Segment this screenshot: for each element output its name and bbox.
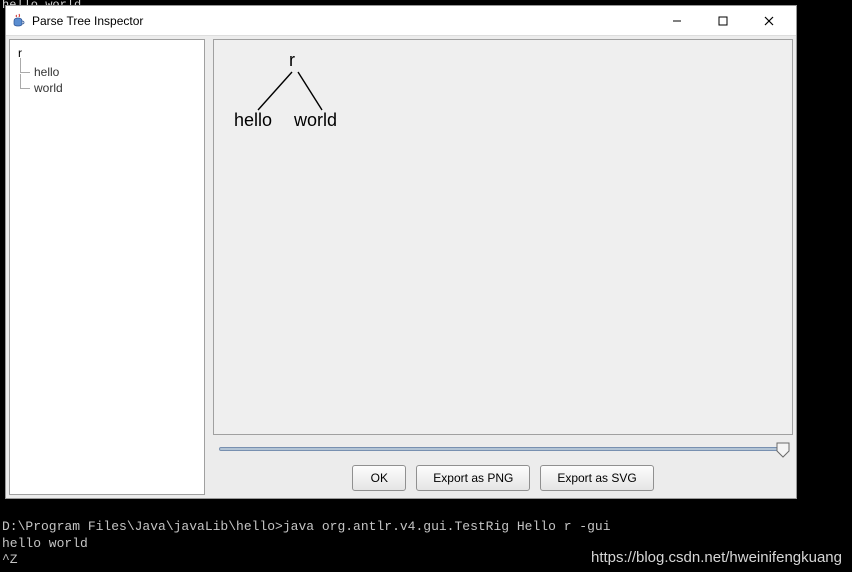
maximize-icon: [718, 16, 728, 26]
zoom-slider[interactable]: [219, 447, 787, 451]
slider-thumb-icon[interactable]: [776, 442, 790, 458]
export-png-button[interactable]: Export as PNG: [416, 465, 530, 491]
parse-tree-canvas[interactable]: r hello world: [213, 39, 793, 435]
content-area: r hello world r hello world: [6, 36, 796, 498]
export-svg-button[interactable]: Export as SVG: [540, 465, 653, 491]
terminal-line: hello world: [2, 536, 88, 551]
zoom-slider-row: [213, 439, 793, 459]
tree-root-node[interactable]: r: [14, 44, 200, 62]
minimize-icon: [672, 16, 682, 26]
window-title: Parse Tree Inspector: [32, 14, 654, 28]
minimize-button[interactable]: [654, 7, 700, 35]
titlebar[interactable]: Parse Tree Inspector: [6, 6, 796, 36]
window-controls: [654, 7, 792, 35]
ok-button[interactable]: OK: [352, 465, 406, 491]
diagram-child-node: world: [294, 110, 337, 131]
tree-children: hello world: [14, 64, 200, 96]
terminal-line: D:\Program Files\Java\javaLib\hello>java…: [2, 519, 611, 534]
java-cup-icon: [10, 13, 26, 29]
visualization-panel: r hello world OK Export as PNG Expor: [213, 39, 793, 495]
parse-tree-inspector-window: Parse Tree Inspector r hello world: [5, 5, 797, 499]
tree-child-node[interactable]: hello: [34, 64, 200, 80]
close-icon: [764, 16, 774, 26]
diagram-child-node: hello: [234, 110, 272, 131]
watermark: https://blog.csdn.net/hweinifengkuang: [591, 549, 842, 566]
maximize-button[interactable]: [700, 7, 746, 35]
terminal-line: ^Z: [2, 552, 18, 567]
tree-child-node[interactable]: world: [34, 80, 200, 96]
diagram-root-node: r: [289, 50, 295, 71]
button-row: OK Export as PNG Export as SVG: [213, 463, 793, 495]
tree-panel: r hello world: [9, 39, 205, 495]
close-button[interactable]: [746, 7, 792, 35]
